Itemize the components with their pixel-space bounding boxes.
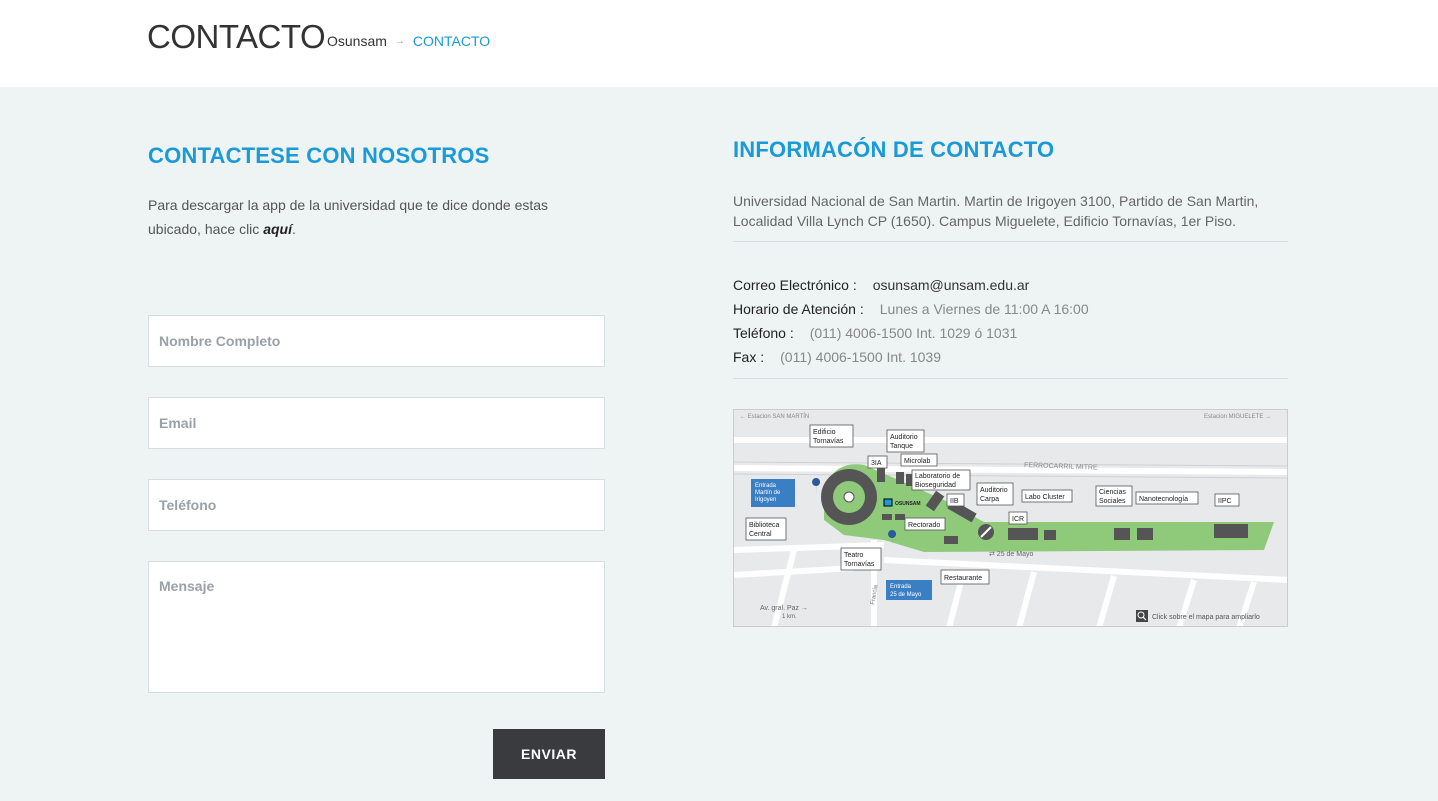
svg-text:Microlab: Microlab: [904, 458, 931, 465]
svg-text:IIB: IIB: [950, 498, 959, 505]
email-label: Correo Electrónico :: [733, 277, 857, 293]
avenue-distance-label: 1 km.: [782, 614, 797, 620]
svg-text:Central: Central: [749, 531, 772, 538]
street-label: ⇄ 25 de Mayo: [989, 551, 1033, 558]
map-labels: Edificio Tornavías Auditorio Tanque 3IA …: [745, 424, 1240, 585]
osunsam-badge: OSUNSAM: [895, 501, 921, 507]
svg-text:3IA: 3IA: [871, 460, 882, 467]
breadcrumb-current-link[interactable]: CONTACTO: [413, 33, 490, 49]
svg-text:Irigoyen: Irigoyen: [755, 497, 776, 503]
contact-info-heading: INFORMACÓN DE CONTACTO: [733, 137, 1055, 162]
phone-input[interactable]: [148, 479, 605, 531]
breadcrumb-home-link[interactable]: Osunsam: [327, 33, 387, 49]
page-header: CONTACTO Osunsam → CONTACTO: [0, 0, 1438, 87]
intro-end: .: [291, 221, 296, 237]
intro-text: Para descargar la app de la universidad …: [148, 197, 549, 237]
address-text: Universidad Nacional de San Martin. Mart…: [733, 193, 1259, 229]
app-download-text: Para descargar la app de la universidad …: [148, 193, 568, 241]
email-input[interactable]: [148, 397, 605, 449]
divider: [733, 378, 1288, 379]
svg-text:Auditorio: Auditorio: [890, 434, 918, 441]
station-right-label: Estacion MIGUELETE →: [1204, 414, 1271, 420]
fax-label: Fax :: [733, 349, 765, 365]
email-value[interactable]: osunsam@unsam.edu.ar: [873, 277, 1030, 293]
svg-text:Laboratorio de: Laboratorio de: [915, 473, 960, 480]
svg-text:Bioseguridad: Bioseguridad: [915, 482, 956, 489]
svg-text:Sociales: Sociales: [1099, 498, 1126, 505]
svg-text:Rectorado: Rectorado: [908, 522, 940, 529]
contact-form-heading: CONTACTESE CON NOSOTROS: [148, 143, 490, 168]
svg-text:IIPC: IIPC: [1218, 498, 1232, 505]
map-zoom-hint: Click sobre el mapa para ampliarlo: [1152, 614, 1260, 621]
contact-row-phone: Teléfono : (011) 4006-1500 Int. 1029 ó 10…: [733, 321, 1089, 345]
svg-text:Teatro: Teatro: [844, 552, 864, 559]
avenue-label: Av. gral. Paz →: [760, 605, 808, 612]
breadcrumb: Osunsam → CONTACTO: [327, 33, 490, 49]
full-name-input[interactable]: [148, 315, 605, 367]
svg-text:Martín de: Martín de: [755, 490, 781, 496]
campus-map-svg: OSUNSAM ← Estacion SAN MARTÍN Estacion M…: [734, 413, 1287, 626]
svg-text:25 de Mayo: 25 de Mayo: [890, 592, 922, 598]
svg-text:Nanotecnología: Nanotecnología: [1139, 496, 1188, 503]
message-textarea[interactable]: [148, 561, 605, 693]
svg-text:Labo Cluster: Labo Cluster: [1025, 494, 1065, 501]
phone-value: (011) 4006-1500 Int. 1029 ó 1031: [809, 325, 1018, 341]
svg-text:Ciencias: Ciencias: [1099, 489, 1126, 496]
svg-text:Edificio: Edificio: [813, 429, 836, 436]
station-left-label: ← Estacion SAN MARTÍN: [740, 413, 809, 420]
svg-text:Auditorio: Auditorio: [980, 487, 1008, 494]
hours-label: Horario de Atención :: [733, 301, 864, 317]
contact-row-hours: Horario de Atención : Lunes a Viernes de …: [733, 297, 1089, 321]
svg-text:Carpa: Carpa: [980, 496, 999, 503]
page-title: CONTACTO: [147, 18, 326, 55]
svg-text:Entrada: Entrada: [755, 483, 777, 489]
svg-text:ICR: ICR: [1012, 516, 1024, 523]
submit-button[interactable]: ENVIAR: [493, 729, 605, 779]
svg-text:Tanque: Tanque: [890, 443, 913, 450]
phone-label: Teléfono :: [733, 325, 794, 341]
svg-text:Tornavías: Tornavías: [813, 438, 844, 445]
svg-text:Tornavías: Tornavías: [844, 561, 875, 568]
magnifier-icon: [1136, 610, 1148, 622]
contact-row-fax: Fax : (011) 4006-1500 Int. 1039: [733, 345, 1089, 369]
breadcrumb-arrow-icon: →: [394, 35, 405, 47]
app-download-link[interactable]: aquí: [263, 221, 292, 237]
main-content: CONTACTESE CON NOSOTROS Para descargar l…: [0, 87, 1438, 801]
divider: [733, 241, 1288, 242]
contact-row-email: Correo Electrónico : osunsam@unsam.edu.ar: [733, 273, 1089, 297]
svg-text:Restaurante: Restaurante: [944, 575, 982, 582]
svg-text:Entrada: Entrada: [890, 584, 912, 590]
svg-text:Biblioteca: Biblioteca: [749, 522, 779, 529]
hours-value: Lunes a Viernes de 11:00 A 16:00: [879, 301, 1089, 317]
contact-details: Correo Electrónico : osunsam@unsam.edu.ar…: [733, 273, 1089, 369]
fax-value: (011) 4006-1500 Int. 1039: [780, 349, 941, 365]
campus-map[interactable]: OSUNSAM ← Estacion SAN MARTÍN Estacion M…: [733, 409, 1288, 627]
